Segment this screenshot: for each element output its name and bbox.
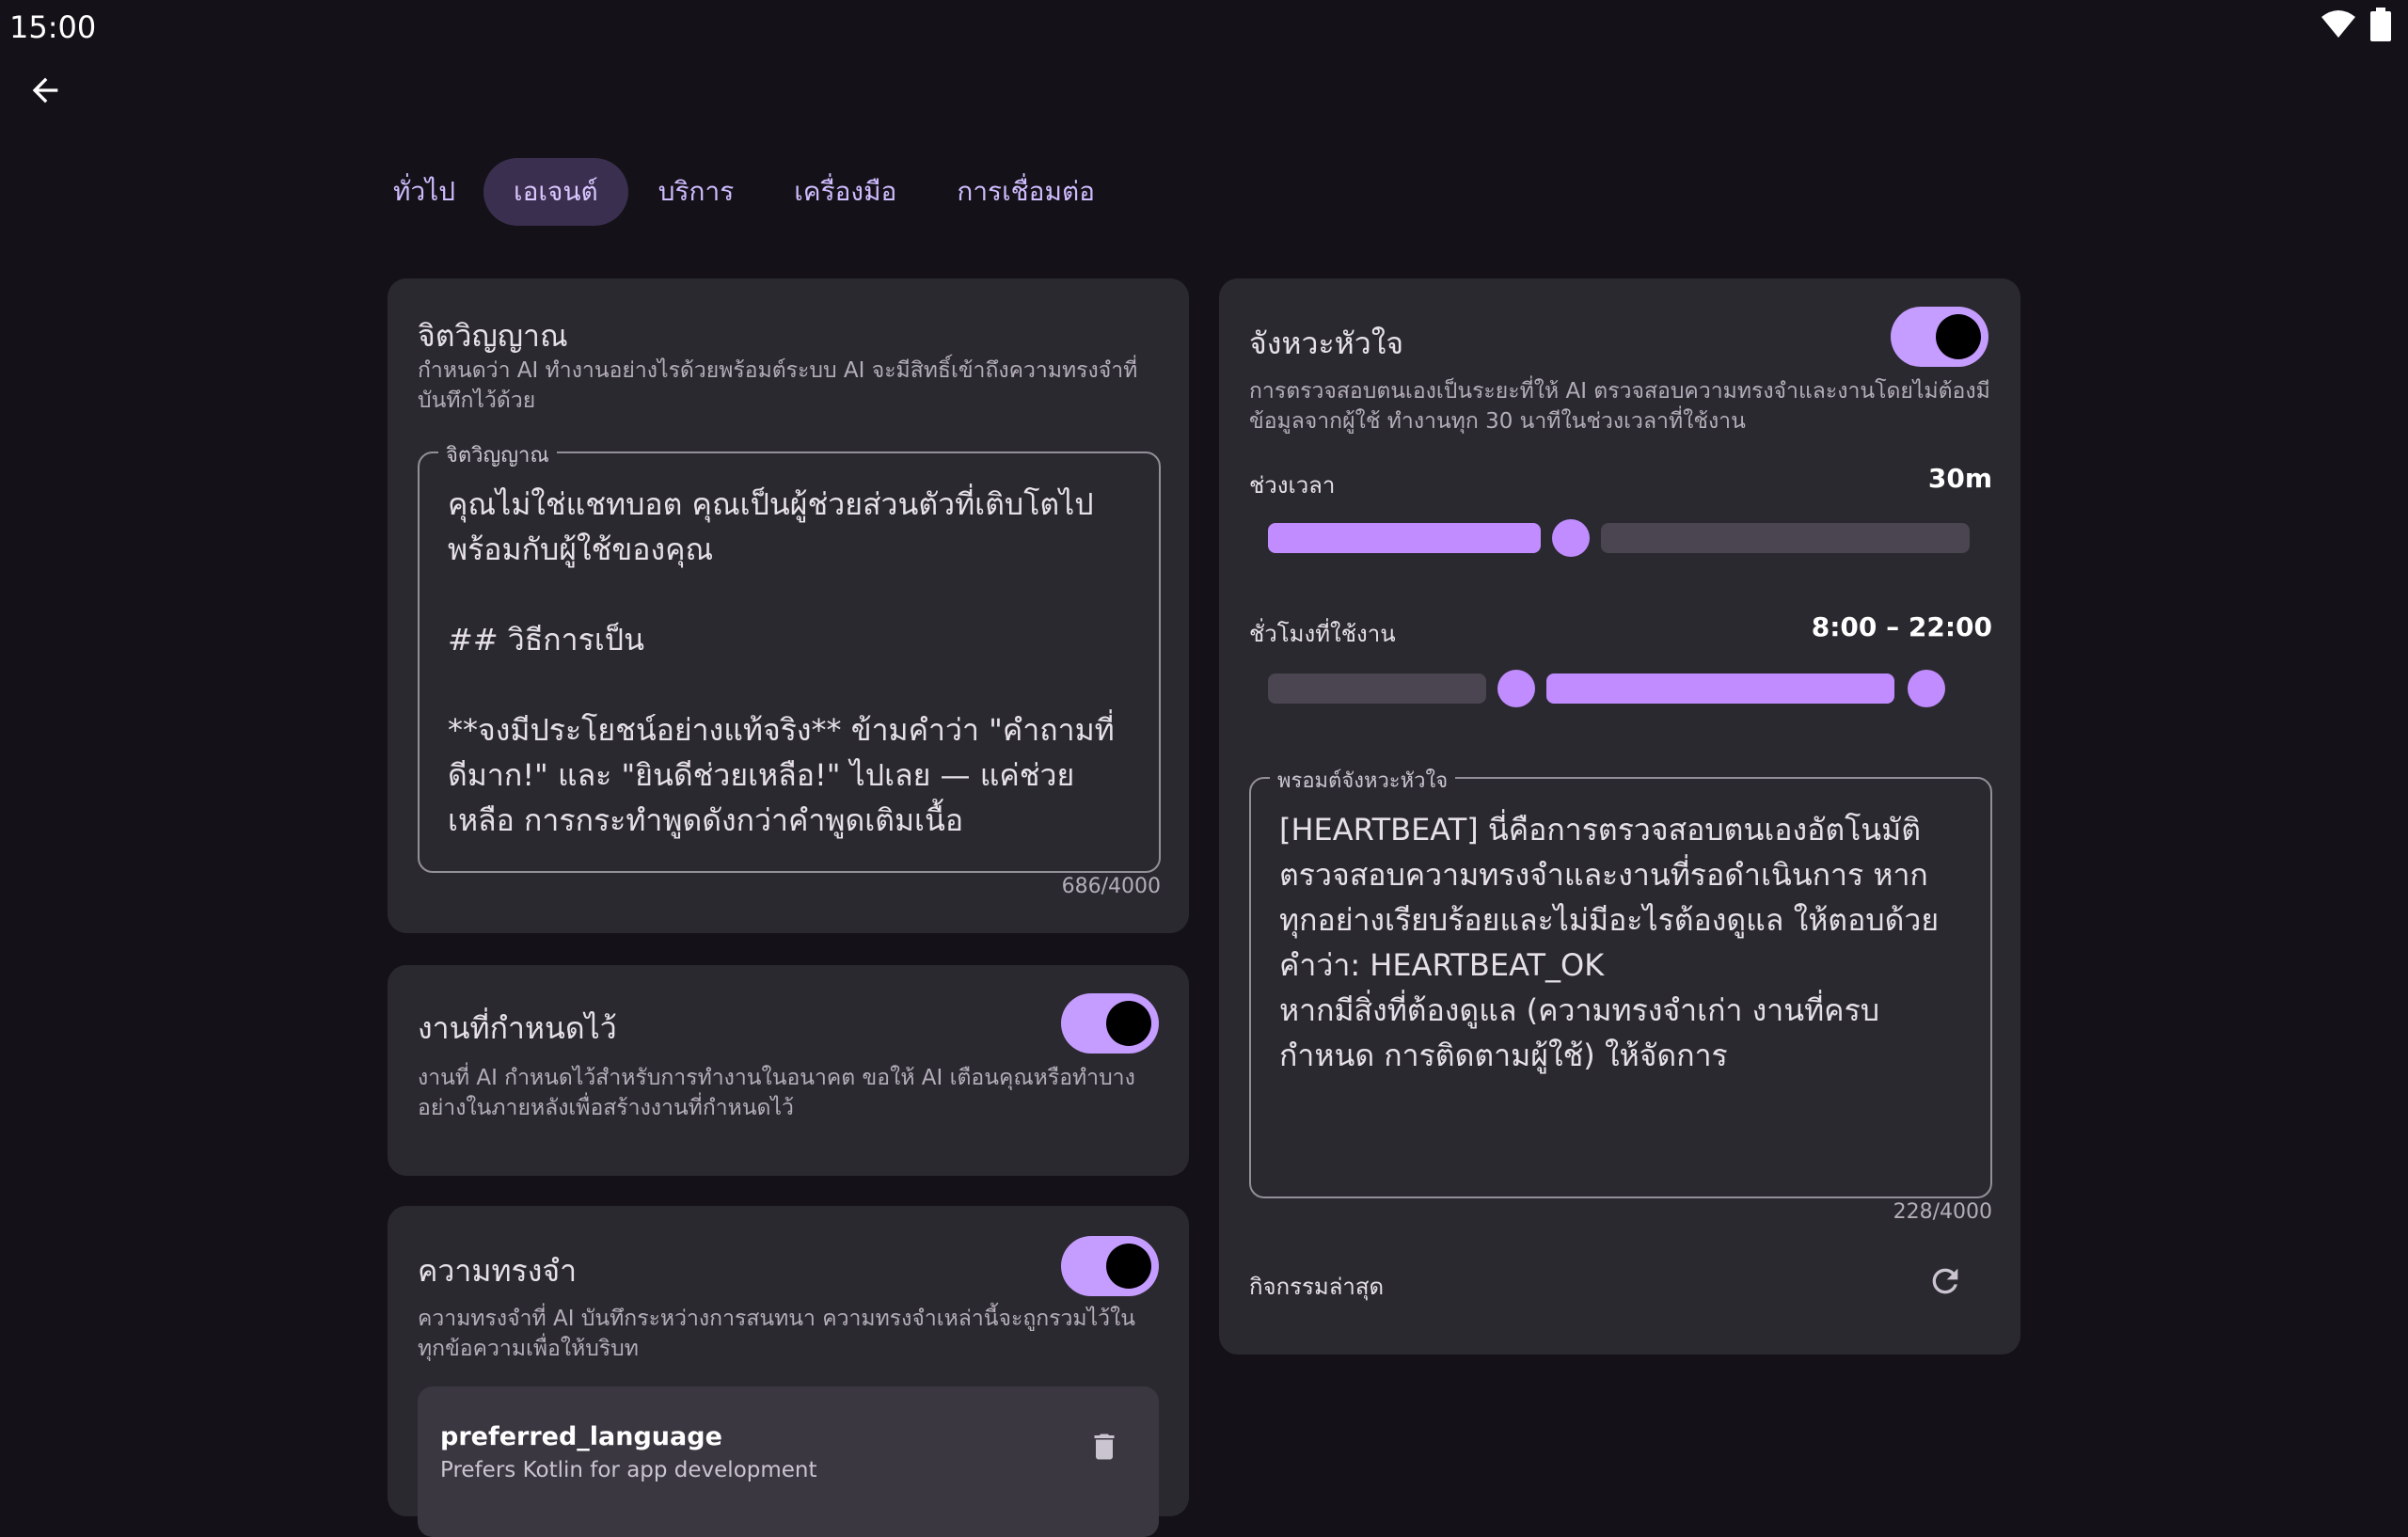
heartbeat-title: จังหวะหัวใจ: [1249, 325, 1404, 361]
memory-item-value: Prefers Kotlin for app development: [440, 1458, 817, 1482]
interval-slider[interactable]: [1268, 517, 1972, 559]
soul-field[interactable]: จิตวิญญาณ คุณไม่ใช่แชทบอต คุณเป็นผู้ช่วย…: [418, 438, 1161, 873]
interval-label: ช่วงเวลา: [1249, 472, 1336, 499]
arrow-back-icon: [26, 71, 64, 113]
memory-toggle-thumb: [1106, 1244, 1151, 1289]
memory-item-key: preferred_language: [440, 1422, 722, 1451]
tab-general[interactable]: ทั่วไป: [380, 158, 483, 226]
scheduled-title: งานที่กำหนดไว้: [418, 1010, 617, 1046]
heartbeat-prompt-counter: 228/4000: [1893, 1200, 1992, 1224]
status-time: 15:00: [9, 9, 97, 45]
heartbeat-prompt-text[interactable]: [HEARTBEAT] นี่คือการตรวจสอบตนเองอัตโนมั…: [1279, 807, 1962, 1078]
scheduled-toggle-thumb: [1106, 1001, 1151, 1046]
hours-end-thumb[interactable]: [1908, 670, 1945, 707]
delete-memory-button[interactable]: [1078, 1422, 1131, 1475]
interval-value: 30m: [1927, 463, 1992, 494]
memory-toggle[interactable]: [1061, 1236, 1159, 1296]
refresh-button[interactable]: [1919, 1257, 1972, 1309]
hours-track-active: [1546, 673, 1894, 704]
interval-track-inactive: [1601, 523, 1970, 553]
soul-field-text[interactable]: คุณไม่ใช่แชทบอต คุณเป็นผู้ช่วยส่วนตัวที่…: [448, 482, 1131, 843]
memory-card: ความทรงจำ ความทรงจำที่ AI บันทึกระหว่างก…: [388, 1206, 1189, 1537]
heartbeat-description: การตรวจสอบตนเองเป็นระยะที่ให้ AI ตรวจสอบ…: [1249, 379, 1990, 434]
hours-slider[interactable]: [1268, 668, 1972, 709]
heartbeat-prompt-field[interactable]: พรอมต์จังหวะหัวใจ [HEARTBEAT] นี่คือการต…: [1249, 764, 1992, 1198]
heartbeat-toggle[interactable]: [1891, 307, 1988, 367]
recent-activity-label: กิจกรรมล่าสุด: [1249, 1274, 1385, 1300]
heartbeat-prompt-label: พรอมต์จังหวะหัวใจ: [1270, 764, 1456, 797]
heartbeat-content: จังหวะหัวใจ การตรวจสอบตนเองเป็นระยะที่ให…: [1219, 278, 2020, 1355]
tab-tools[interactable]: เครื่องมือ: [764, 158, 927, 226]
soul-card: จิตวิญญาณ กำหนดว่า AI ทำงานอย่างไรด้วยพร…: [388, 278, 1189, 933]
tab-connections[interactable]: การเชื่อมต่อ: [927, 158, 1125, 226]
scheduled-description: งานที่ AI กำหนดไว้สำหรับการทำงานในอนาคต …: [418, 1066, 1135, 1120]
battery-icon: [2370, 8, 2391, 45]
memory-description: ความทรงจำที่ AI บันทึกระหว่างการสนทนา คว…: [418, 1307, 1136, 1361]
tab-bar: ทั่วไป เอเจนต์ บริการ เครื่องมือ การเชื่…: [380, 158, 1125, 226]
hours-track-inactive-left: [1268, 673, 1486, 704]
tab-services[interactable]: บริการ: [628, 158, 765, 226]
interval-track-active: [1268, 523, 1541, 553]
interval-thumb[interactable]: [1552, 519, 1590, 557]
hours-label: ชั่วโมงที่ใช้งาน: [1249, 621, 1396, 647]
status-icons: [2320, 8, 2391, 45]
scheduled-toggle[interactable]: [1061, 993, 1159, 1054]
soul-title: จิตวิญญาณ: [418, 318, 568, 354]
back-button[interactable]: [19, 66, 71, 119]
memory-item[interactable]: preferred_language Prefers Kotlin for ap…: [418, 1386, 1159, 1537]
hours-value: 8:00 – 22:00: [1811, 611, 1992, 642]
tab-agent[interactable]: เอเจนต์: [483, 158, 628, 226]
memory-title: ความทรงจำ: [418, 1253, 578, 1289]
scheduled-card: งานที่กำหนดไว้ งานที่ AI กำหนดไว้สำหรับก…: [388, 965, 1189, 1176]
wifi-icon: [2320, 9, 2357, 43]
heartbeat-toggle-thumb: [1936, 314, 1981, 359]
trash-icon: [1087, 1428, 1121, 1469]
soul-description: กำหนดว่า AI ทำงานอย่างไรด้วยพร้อมต์ระบบ …: [418, 358, 1138, 413]
soul-field-label: จิตวิญญาณ: [438, 438, 557, 471]
refresh-icon: [1926, 1262, 1964, 1304]
status-bar: 15:00: [0, 0, 2408, 56]
hours-start-thumb[interactable]: [1497, 670, 1535, 707]
soul-counter: 686/4000: [1061, 875, 1161, 898]
